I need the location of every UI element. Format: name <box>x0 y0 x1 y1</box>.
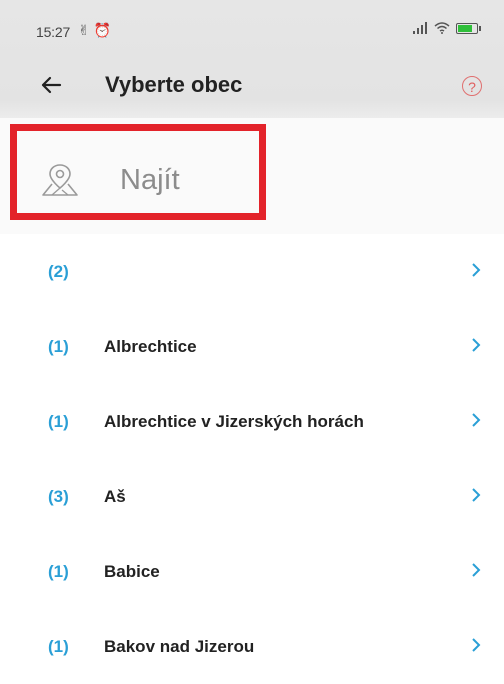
municipality-list: (2) (1) Albrechtice (1) Albrechtice v Ji… <box>0 234 504 684</box>
list-item[interactable]: (1) Babice <box>0 534 504 609</box>
status-time: 15:27 <box>36 24 71 40</box>
item-count: (1) <box>48 637 69 656</box>
signal-icon <box>413 22 427 34</box>
system-status-icons <box>412 22 481 34</box>
chevron-right-icon <box>472 563 481 577</box>
chevron-right-icon <box>472 488 481 502</box>
list-item[interactable]: (1) Bakov nad Jizerou <box>0 609 504 684</box>
chevron-right-icon <box>472 338 481 352</box>
status-bar: 15:27 ✌ ⏰ <box>0 20 504 46</box>
hands-off-icon: ✌ <box>78 22 90 38</box>
list-item[interactable]: (1) Albrechtice <box>0 309 504 384</box>
item-count: (3) <box>48 487 69 506</box>
map-pin-icon <box>42 164 78 196</box>
alarm-icon: ⏰ <box>93 22 112 38</box>
item-count: (1) <box>48 412 69 431</box>
notification-icons: ✌ ⏰ <box>78 22 111 39</box>
item-count: (1) <box>48 562 69 581</box>
app-bar: 15:27 ✌ ⏰ Vyberte obec ? <box>0 0 504 118</box>
search-input[interactable] <box>120 160 250 200</box>
back-arrow-icon[interactable] <box>36 70 66 100</box>
list-item[interactable]: (2) <box>0 234 504 309</box>
item-name: Bakov nad Jizerou <box>104 637 255 656</box>
item-name: Albrechtice <box>104 337 197 356</box>
chevron-right-icon <box>472 263 481 277</box>
help-icon[interactable]: ? <box>462 76 482 96</box>
item-count: (1) <box>48 337 69 356</box>
wifi-icon <box>434 22 450 34</box>
item-count: (2) <box>48 262 69 281</box>
chevron-right-icon <box>472 638 481 652</box>
page-title: Vyberte obec <box>105 72 243 97</box>
item-name: Aš <box>104 487 126 506</box>
item-name: Babice <box>104 562 160 581</box>
list-item[interactable]: (3) Aš <box>0 459 504 534</box>
battery-icon <box>456 22 481 34</box>
item-name: Albrechtice v Jizerských horách <box>104 412 364 431</box>
list-item[interactable]: (1) Albrechtice v Jizerských horách <box>0 384 504 459</box>
chevron-right-icon <box>472 413 481 427</box>
